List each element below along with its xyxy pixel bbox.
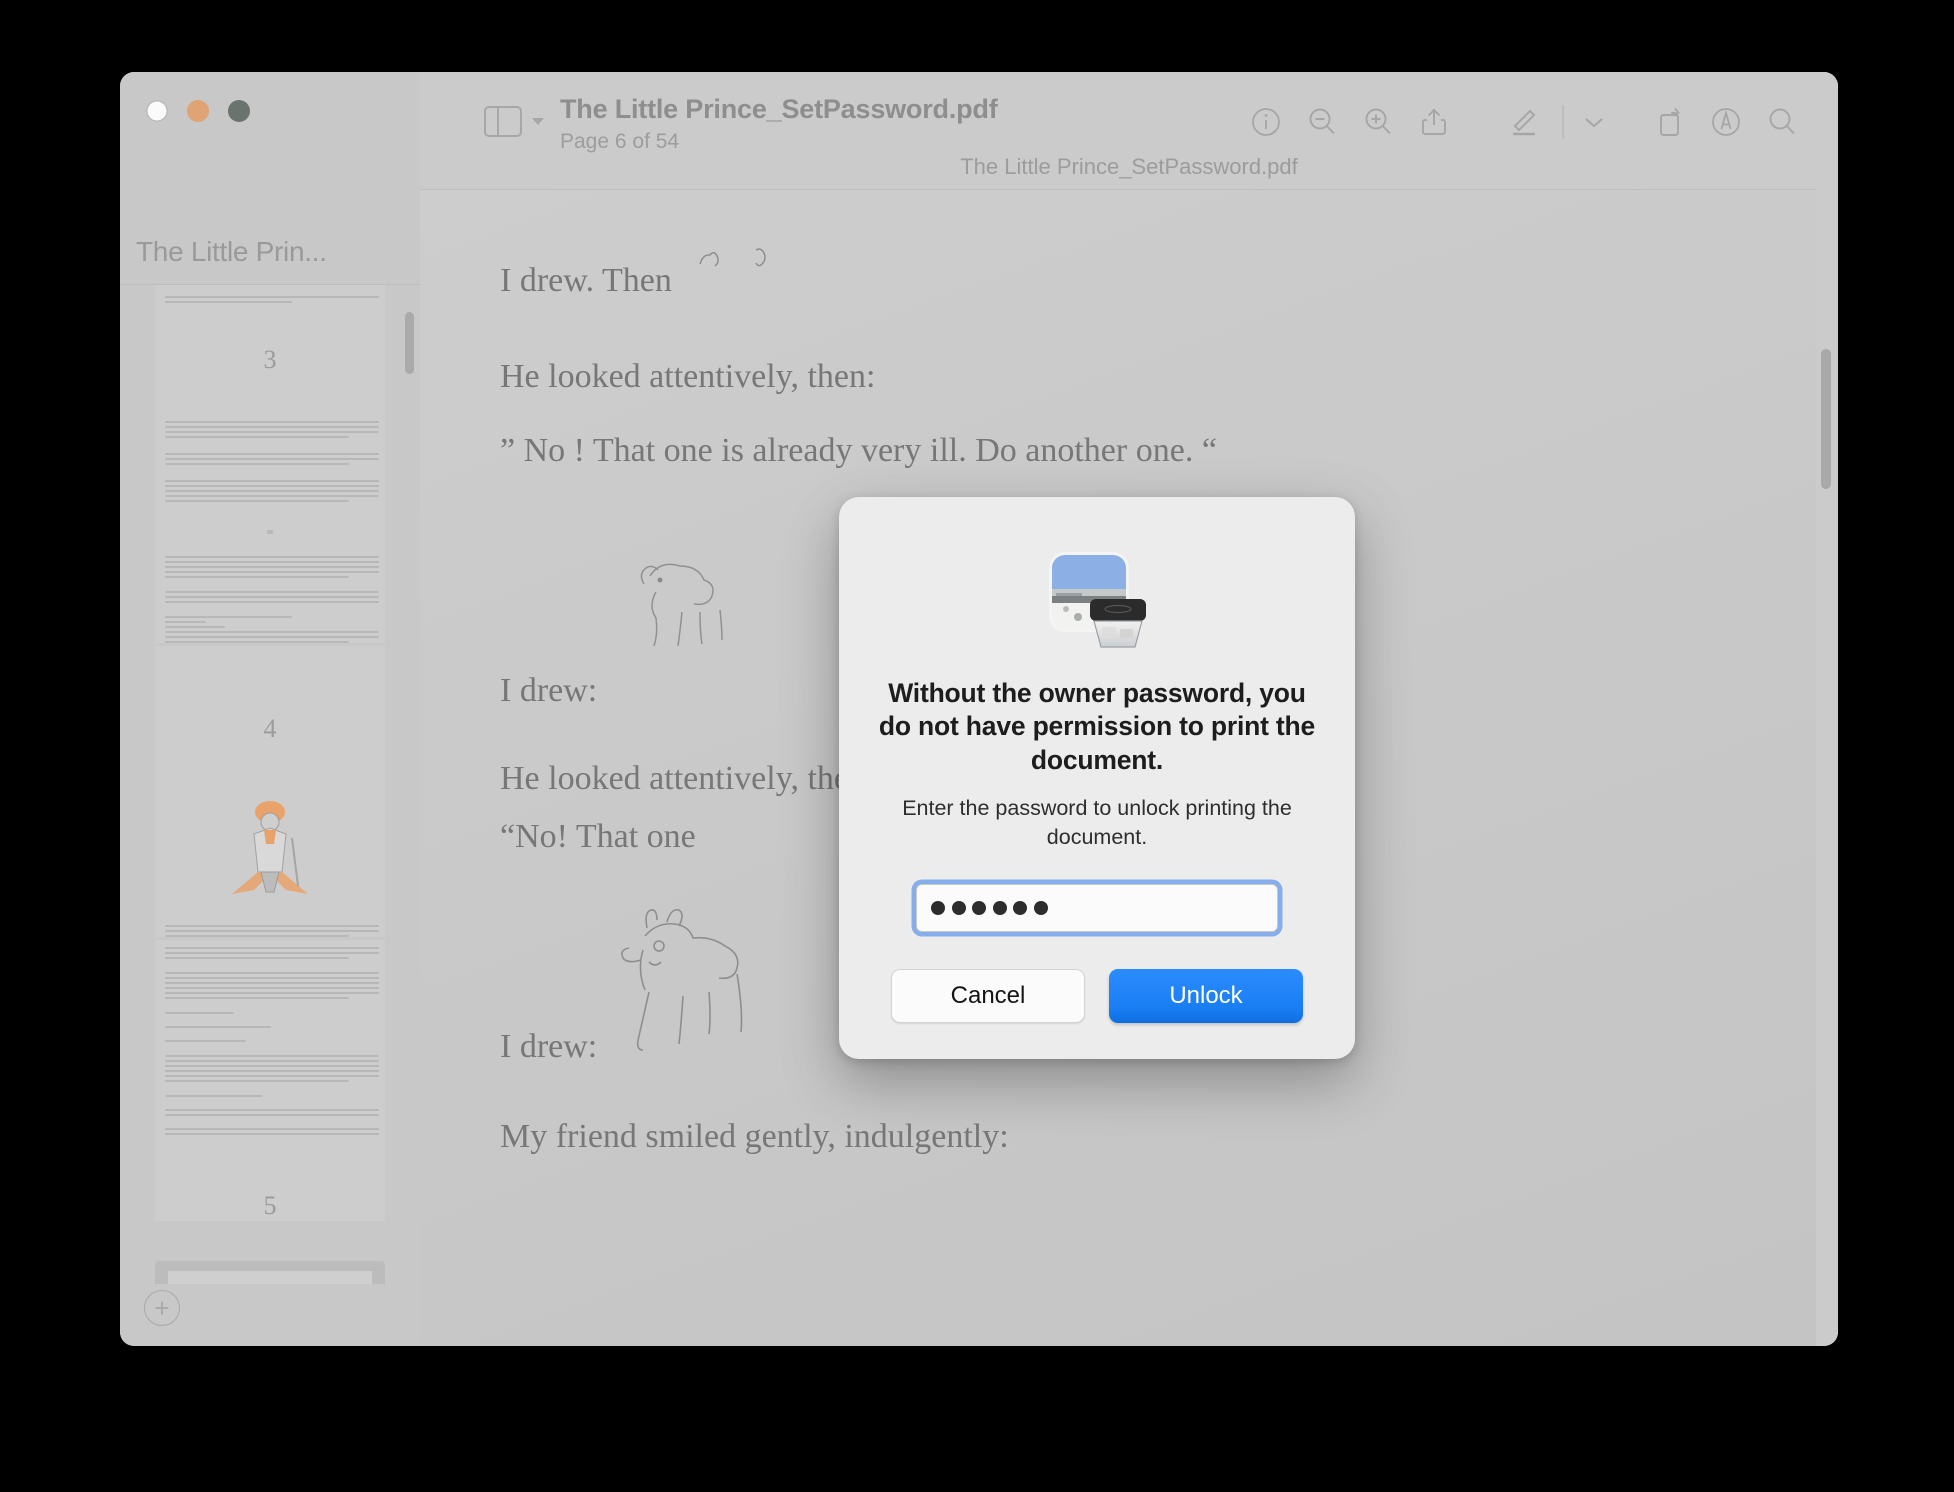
add-page-button[interactable]: +: [144, 1290, 180, 1326]
zoom-out-icon[interactable]: [1294, 94, 1350, 150]
unlock-button[interactable]: Unlock: [1109, 968, 1303, 1023]
dialog-message: Enter the password to unlock printing th…: [902, 796, 1292, 849]
document-line: I drew:: [500, 672, 598, 709]
sheep-thumbnail-illustration: [168, 1283, 372, 1284]
thumbnail-page-number: 5: [263, 1191, 277, 1220]
screen: The Little Prin... 3 4 5 + The Little Pr…: [0, 0, 1954, 1492]
toolbar-button-group: [1238, 94, 1810, 150]
document-line: I drew. Then: [500, 262, 672, 299]
sidebar-toggle-button[interactable]: [484, 106, 544, 137]
sidebar-scrollbar[interactable]: [405, 312, 414, 374]
page-indicator: Page 6 of 54: [560, 130, 680, 153]
list-item-selected[interactable]: [155, 1261, 385, 1284]
password-masked-value: [931, 900, 1048, 915]
document-heading: The Little Prince_SetPassword.pdf Page 6…: [560, 94, 998, 154]
password-input[interactable]: [916, 883, 1278, 932]
thumbnail-list[interactable]: 3 4 5: [120, 284, 420, 1284]
document-line: ” No ! That one is already very ill. Do …: [500, 432, 1217, 469]
document-line: “No! That one: [500, 818, 696, 855]
zoom-in-icon[interactable]: [1350, 94, 1406, 150]
document-line: He looked attentively, then:: [500, 358, 876, 395]
search-icon[interactable]: [1754, 94, 1810, 150]
markup-pen-icon[interactable]: [1496, 94, 1552, 150]
sidebar-icon: [484, 106, 522, 137]
sidebar-title: The Little Prin...: [136, 236, 327, 267]
minimize-window-button[interactable]: [187, 100, 209, 122]
list-item[interactable]: 5: [155, 940, 385, 1221]
window-traffic-lights: [146, 100, 250, 122]
sheep-doodle-medium: [610, 530, 760, 680]
page-title: The Little Prince_SetPassword.pdf: [560, 94, 998, 124]
preview-window: The Little Prin... 3 4 5 + The Little Pr…: [120, 72, 1838, 1346]
document-scrollbar[interactable]: [1821, 349, 1831, 489]
maximize-window-button[interactable]: [228, 100, 250, 122]
dialog-button-row: Cancel Unlock: [839, 968, 1355, 1023]
chevron-down-icon: [532, 118, 544, 125]
share-icon[interactable]: [1406, 94, 1462, 150]
window-title: The Little Prince_SetPassword.pdf: [960, 154, 1298, 179]
little-prince-illustration: [155, 794, 385, 907]
list-item[interactable]: 4: [155, 646, 385, 937]
chevron-down-icon[interactable]: [1574, 94, 1614, 150]
cancel-button[interactable]: Cancel: [891, 968, 1085, 1023]
toolbar-divider: [1562, 105, 1564, 139]
sheep-doodle-small: [690, 240, 800, 280]
password-dialog: Without the owner password, you do not h…: [839, 497, 1355, 1059]
annotate-icon[interactable]: [1698, 94, 1754, 150]
close-window-button[interactable]: [146, 100, 168, 122]
toolbar: The Little Prince_SetPassword.pdf Page 6…: [420, 72, 1838, 189]
dialog-title: Without the owner password, you do not h…: [878, 678, 1316, 775]
document-line: He looked attentively, then:: [500, 760, 876, 797]
document-line: My friend smiled gently, indulgently:: [500, 1118, 1009, 1155]
sidebar: The Little Prin... 3 4 5 +: [120, 72, 420, 1346]
document-line: I drew:: [500, 1028, 598, 1065]
thumbnail-page-number: 4: [263, 714, 277, 743]
rotate-icon[interactable]: [1642, 94, 1698, 150]
thumbnail-page-number: 3: [263, 345, 277, 374]
info-icon[interactable]: [1238, 94, 1294, 150]
sheep-doodle-large: [605, 896, 790, 1081]
list-item[interactable]: 3: [155, 285, 385, 643]
preview-app-icon: [1044, 549, 1150, 655]
